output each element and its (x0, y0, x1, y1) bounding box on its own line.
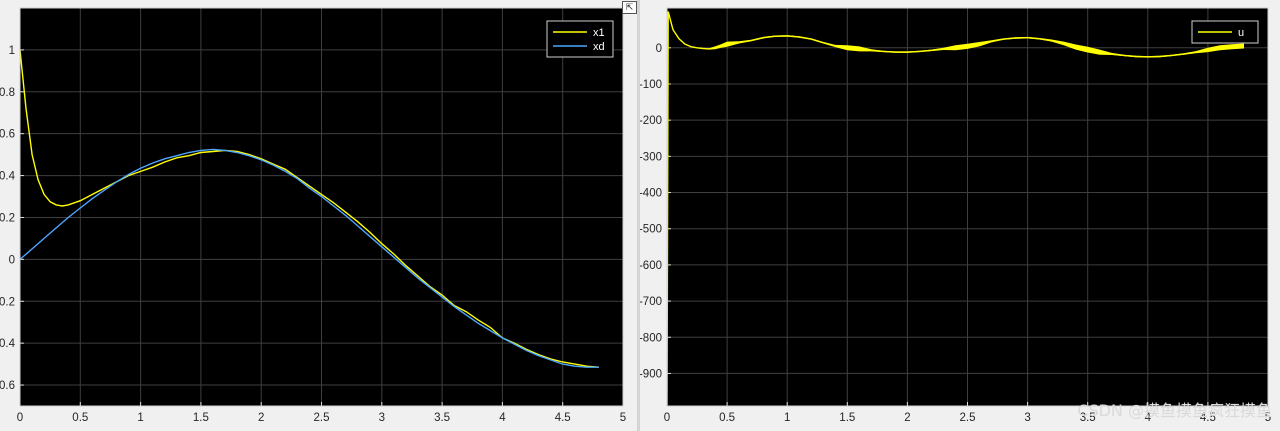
legend-label-u: u (1238, 27, 1244, 39)
x-tick-label: 3 (1024, 412, 1030, 424)
legend-label-xd: xd (593, 41, 605, 53)
y-tick-label: 0.8 (0, 87, 15, 99)
x-tick-label: 2.5 (314, 412, 330, 424)
y-tick-label: -100 (640, 79, 662, 91)
x-tick-label: 1 (137, 412, 143, 424)
y-tick-label: -500 (640, 224, 662, 236)
y-tick-label: -900 (640, 368, 662, 380)
y-tick-label: 0.6 (0, 380, 15, 392)
right-chart-svg: 0 0.5 1 1.5 2 2.5 3 3.5 4 4.5 50-100-200-300-400-5… (640, 7, 1271, 424)
watermark-text: CSDN @摸鱼摸鱼疯狂摸鱼 (1077, 401, 1272, 420)
y-tick-label: 0.6 (0, 129, 15, 141)
y-tick-label: 0 (9, 254, 15, 266)
y-tick-label: -300 (640, 151, 662, 163)
x-tick-label: 1 (784, 412, 790, 424)
y-tick-label: -800 (640, 332, 662, 344)
y-tick-label: 1 (9, 45, 15, 57)
right-figure-panel: 0 0.5 1 1.5 2 2.5 3 3.5 4 4.5 5 0 -100 -200 -300 -400 -5… (640, 0, 1280, 431)
x-tick-label: 3 (379, 412, 385, 424)
x-tick-label: 1.5 (839, 412, 855, 424)
x-tick-label: 0 (664, 412, 670, 424)
x-tick-label: 3.5 (434, 412, 450, 424)
x-tick-label: 0.5 (719, 412, 735, 424)
x-tick-label: 0.5 (72, 412, 88, 424)
x-tick-label: 0 (17, 412, 23, 424)
y-tick-label: -200 (640, 115, 662, 127)
x-tick-label: 2.5 (960, 412, 976, 424)
y-tick-label: -700 (640, 296, 662, 308)
x-tick-label: 4 (499, 412, 506, 424)
x-tick-label: 1.5 (193, 412, 209, 424)
y-tick-label: -400 (640, 188, 662, 200)
x-tick-label: 2 (258, 412, 264, 424)
x-tick-label: 5 (620, 412, 626, 424)
left-chart-svg: 0 0.5 1 1.5 2 2.5 3 3.5 4 4.5 5 1 0.8 0.6 0.4 0.2 0 0.2 0.… (0, 7, 626, 424)
legend-label-x1: x1 (593, 27, 605, 39)
y-tick-label: 0.4 (0, 171, 16, 183)
axes-toolbar-button[interactable]: ⇱ (622, 1, 637, 14)
x-tick-label: 4.5 (555, 412, 571, 424)
left-figure-panel: 0 0.5 1 1.5 2 2.5 3 3.5 4 4.5 5 1 0.8 0.6 0.4 0.2 0 0.2 0.… (0, 0, 638, 431)
y-tick-label: 0.4 (0, 338, 16, 350)
y-tick-label: -600 (640, 260, 662, 272)
y-tick-label: 0.2 (0, 296, 15, 308)
x-tick-label: 2 (904, 412, 910, 424)
y-tick-label: 0.2 (0, 212, 15, 224)
y-tick-label: 0 (656, 43, 662, 55)
